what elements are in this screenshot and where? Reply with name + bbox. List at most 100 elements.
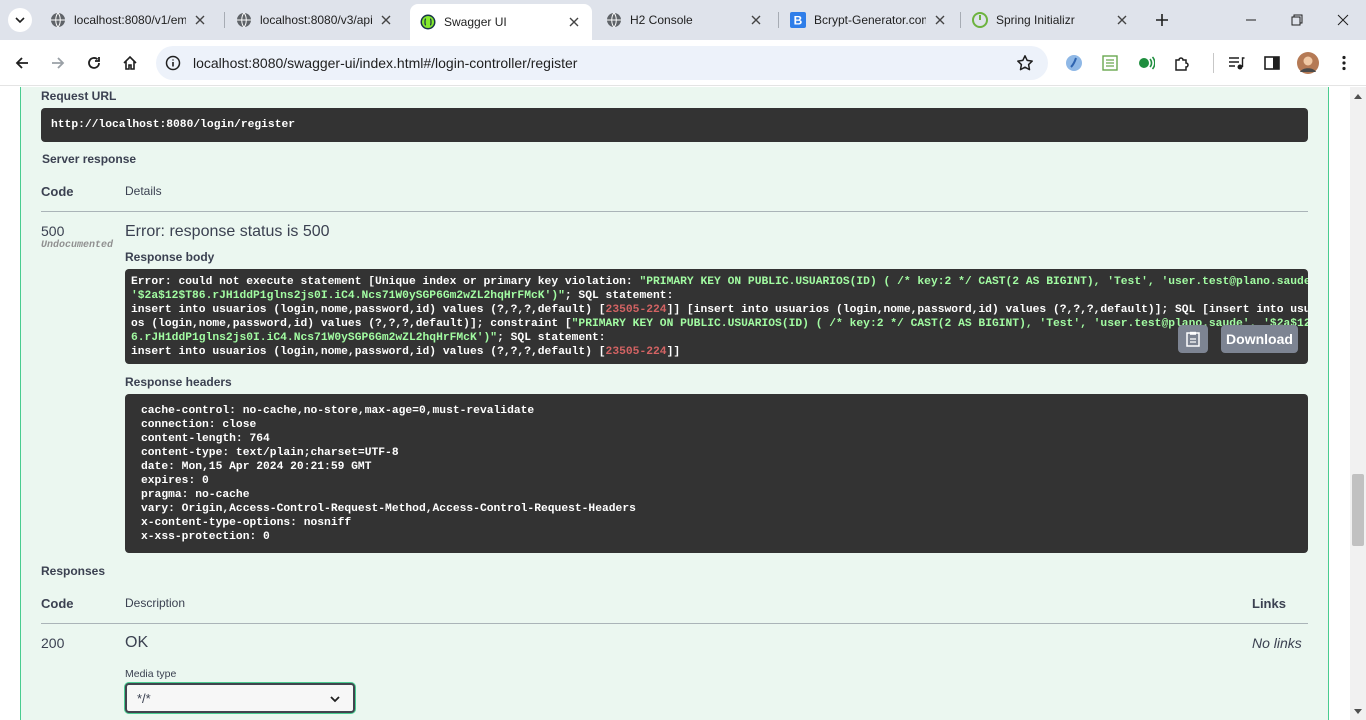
- extensions-puzzle-icon[interactable]: [1171, 52, 1193, 74]
- address-bar[interactable]: localhost:8080/swagger-ui/index.html#/lo…: [156, 46, 1048, 80]
- tab-separator: [960, 12, 961, 28]
- response-body-line: os (login,nome,password,id) values (?,?,…: [131, 317, 1308, 331]
- tab-spring-initializr[interactable]: Spring Initializr: [962, 6, 1140, 34]
- server-response-label: Server response: [42, 152, 137, 166]
- close-icon[interactable]: [566, 14, 582, 30]
- string-span: "PRIMARY KEY ON PUBLIC.USUARIOS(ID) ( /*…: [639, 276, 1308, 288]
- text-span: ]]: [666, 346, 681, 358]
- side-panel-icon[interactable]: [1261, 52, 1283, 74]
- copy-to-clipboard-button[interactable]: [1178, 325, 1208, 353]
- response-body-line: Error: could not execute statement [Uniq…: [131, 275, 1308, 289]
- request-url-label: Request URL: [41, 89, 117, 103]
- forward-button[interactable]: [44, 49, 72, 77]
- extension-blue-icon[interactable]: [1063, 52, 1085, 74]
- extension-sheet-icon[interactable]: [1099, 52, 1121, 74]
- tab-title: localhost:8080/v3/api: [260, 13, 372, 27]
- text-span: os (login,nome,password,id) values (?,?,…: [131, 318, 572, 330]
- scroll-up-arrow-icon[interactable]: [1350, 88, 1366, 104]
- tab-search-icon[interactable]: [8, 8, 32, 32]
- response-headers-box: cache-control: no-cache,no-store,max-age…: [125, 394, 1308, 553]
- request-url-box: http://localhost:8080/login/register: [41, 108, 1308, 142]
- download-button[interactable]: Download: [1221, 325, 1298, 353]
- toolbar-divider: [1213, 53, 1214, 73]
- profile-avatar[interactable]: [1297, 52, 1319, 74]
- extension-green-icon[interactable]: [1135, 52, 1157, 74]
- string-span: 6.rJH1ddP1glns2js0I.iC4.Ncs71W0ySGP6Gm2w…: [131, 332, 498, 344]
- close-icon[interactable]: [932, 12, 948, 28]
- site-info-icon[interactable]: [164, 54, 182, 72]
- new-tab-button[interactable]: [1150, 8, 1174, 32]
- tab-separator: [778, 12, 779, 28]
- page-scrollbar[interactable]: [1350, 87, 1366, 720]
- response-header-line: expires: 0: [141, 475, 209, 487]
- chevron-down-icon: [330, 696, 340, 703]
- response-header-line: connection: close: [141, 419, 257, 431]
- swagger-page: Request URL http://localhost:8080/login/…: [0, 87, 1350, 720]
- bcrypt-b-icon: B: [790, 12, 806, 28]
- text-span: ; SQL statement:: [497, 332, 606, 344]
- error-code-span: 23505-224: [605, 346, 667, 358]
- response-body-line: insert into usuarios (login,nome,passwor…: [131, 303, 1308, 317]
- response-header-line: pragma: no-cache: [141, 489, 250, 501]
- close-window-button[interactable]: [1320, 0, 1366, 40]
- details-column-header: Details: [125, 184, 162, 198]
- response-headers-text: cache-control: no-cache,no-store,max-age…: [141, 404, 636, 544]
- browser-menu-icon[interactable]: [1333, 52, 1355, 74]
- responses-code-header: Code: [41, 596, 74, 611]
- close-icon[interactable]: [748, 12, 764, 28]
- back-button[interactable]: [8, 49, 36, 77]
- error-code-span: 23505-224: [605, 304, 667, 316]
- code-column-header: Code: [41, 184, 74, 199]
- swagger-icon: [420, 14, 436, 30]
- string-span: '$2a$12$T86.rJH1ddP1glns2js0I.iC4.Ncs71W…: [131, 290, 565, 302]
- response-body-line: '$2a$12$T86.rJH1ddP1glns2js0I.iC4.Ncs71W…: [131, 289, 1308, 303]
- restore-window-button[interactable]: [1274, 0, 1320, 40]
- media-controls-icon[interactable]: [1225, 52, 1247, 74]
- responses-label: Responses: [41, 564, 106, 578]
- text-span: insert into usuarios (login,nome,passwor…: [131, 304, 606, 316]
- tab-api-docs[interactable]: localhost:8080/v3/api: [226, 6, 404, 34]
- close-icon[interactable]: [1114, 12, 1130, 28]
- tab-h2-console[interactable]: H2 Console: [596, 6, 774, 34]
- request-url-value: http://localhost:8080/login/register: [51, 119, 296, 131]
- response-200-code: 200: [41, 635, 65, 651]
- clipboard-icon: [1186, 331, 1200, 347]
- spring-icon: [972, 12, 988, 28]
- tab-bcrypt-generator[interactable]: B Bcrypt-Generator.com: [780, 6, 958, 34]
- scroll-down-arrow-icon[interactable]: [1350, 704, 1366, 720]
- home-button[interactable]: [116, 49, 144, 77]
- undocumented-note: Undocumented: [41, 240, 114, 251]
- response-body-line: 6.rJH1ddP1glns2js0I.iC4.Ncs71W0ySGP6Gm2w…: [131, 331, 1308, 345]
- response-header-line: x-xss-protection: 0: [141, 531, 270, 543]
- tab-employees-api[interactable]: localhost:8080/v1/em: [40, 6, 218, 34]
- response-header-line: cache-control: no-cache,no-store,max-age…: [141, 405, 535, 417]
- media-type-value: */*: [137, 691, 151, 706]
- tab-title: Swagger UI: [444, 15, 507, 29]
- text-span: ]] [insert into usuarios (login,nome,pas…: [666, 304, 1308, 316]
- text-span: Error: could not execute statement [Uniq…: [131, 276, 640, 288]
- bookmark-star-icon[interactable]: [1016, 54, 1034, 72]
- response-body-label: Response body: [125, 250, 215, 264]
- scrollbar-thumb[interactable]: [1352, 474, 1364, 546]
- close-icon[interactable]: [192, 12, 208, 28]
- close-icon[interactable]: [378, 12, 394, 28]
- tab-strip: localhost:8080/v1/em localhost:8080/v3/a…: [0, 0, 1366, 40]
- response-headers-label: Response headers: [125, 375, 232, 389]
- text-span: ; SQL statement:: [564, 290, 674, 302]
- reload-button[interactable]: [80, 49, 108, 77]
- response-header-line: vary: Origin,Access-Control-Request-Meth…: [141, 503, 636, 515]
- operation-block-register: Request URL http://localhost:8080/login/…: [20, 87, 1329, 720]
- tab-swagger-ui[interactable]: Swagger UI: [410, 4, 592, 40]
- minimize-window-button[interactable]: [1228, 0, 1274, 40]
- responses-divider: [41, 623, 1308, 624]
- response-header-line: x-content-type-options: nosniff: [141, 517, 352, 529]
- response-body-line: insert into usuarios (login,nome,passwor…: [131, 345, 1308, 359]
- address-url[interactable]: localhost:8080/swagger-ui/index.html#/lo…: [193, 55, 577, 71]
- response-header-line: content-length: 764: [141, 433, 270, 445]
- media-type-select[interactable]: */*: [125, 683, 355, 713]
- globe-icon: [606, 12, 622, 28]
- response-body-box: Error: could not execute statement [Uniq…: [125, 269, 1308, 364]
- tab-title: Spring Initializr: [996, 13, 1075, 27]
- tab-title: H2 Console: [630, 13, 693, 27]
- text-span: insert into usuarios (login,nome,passwor…: [131, 346, 606, 358]
